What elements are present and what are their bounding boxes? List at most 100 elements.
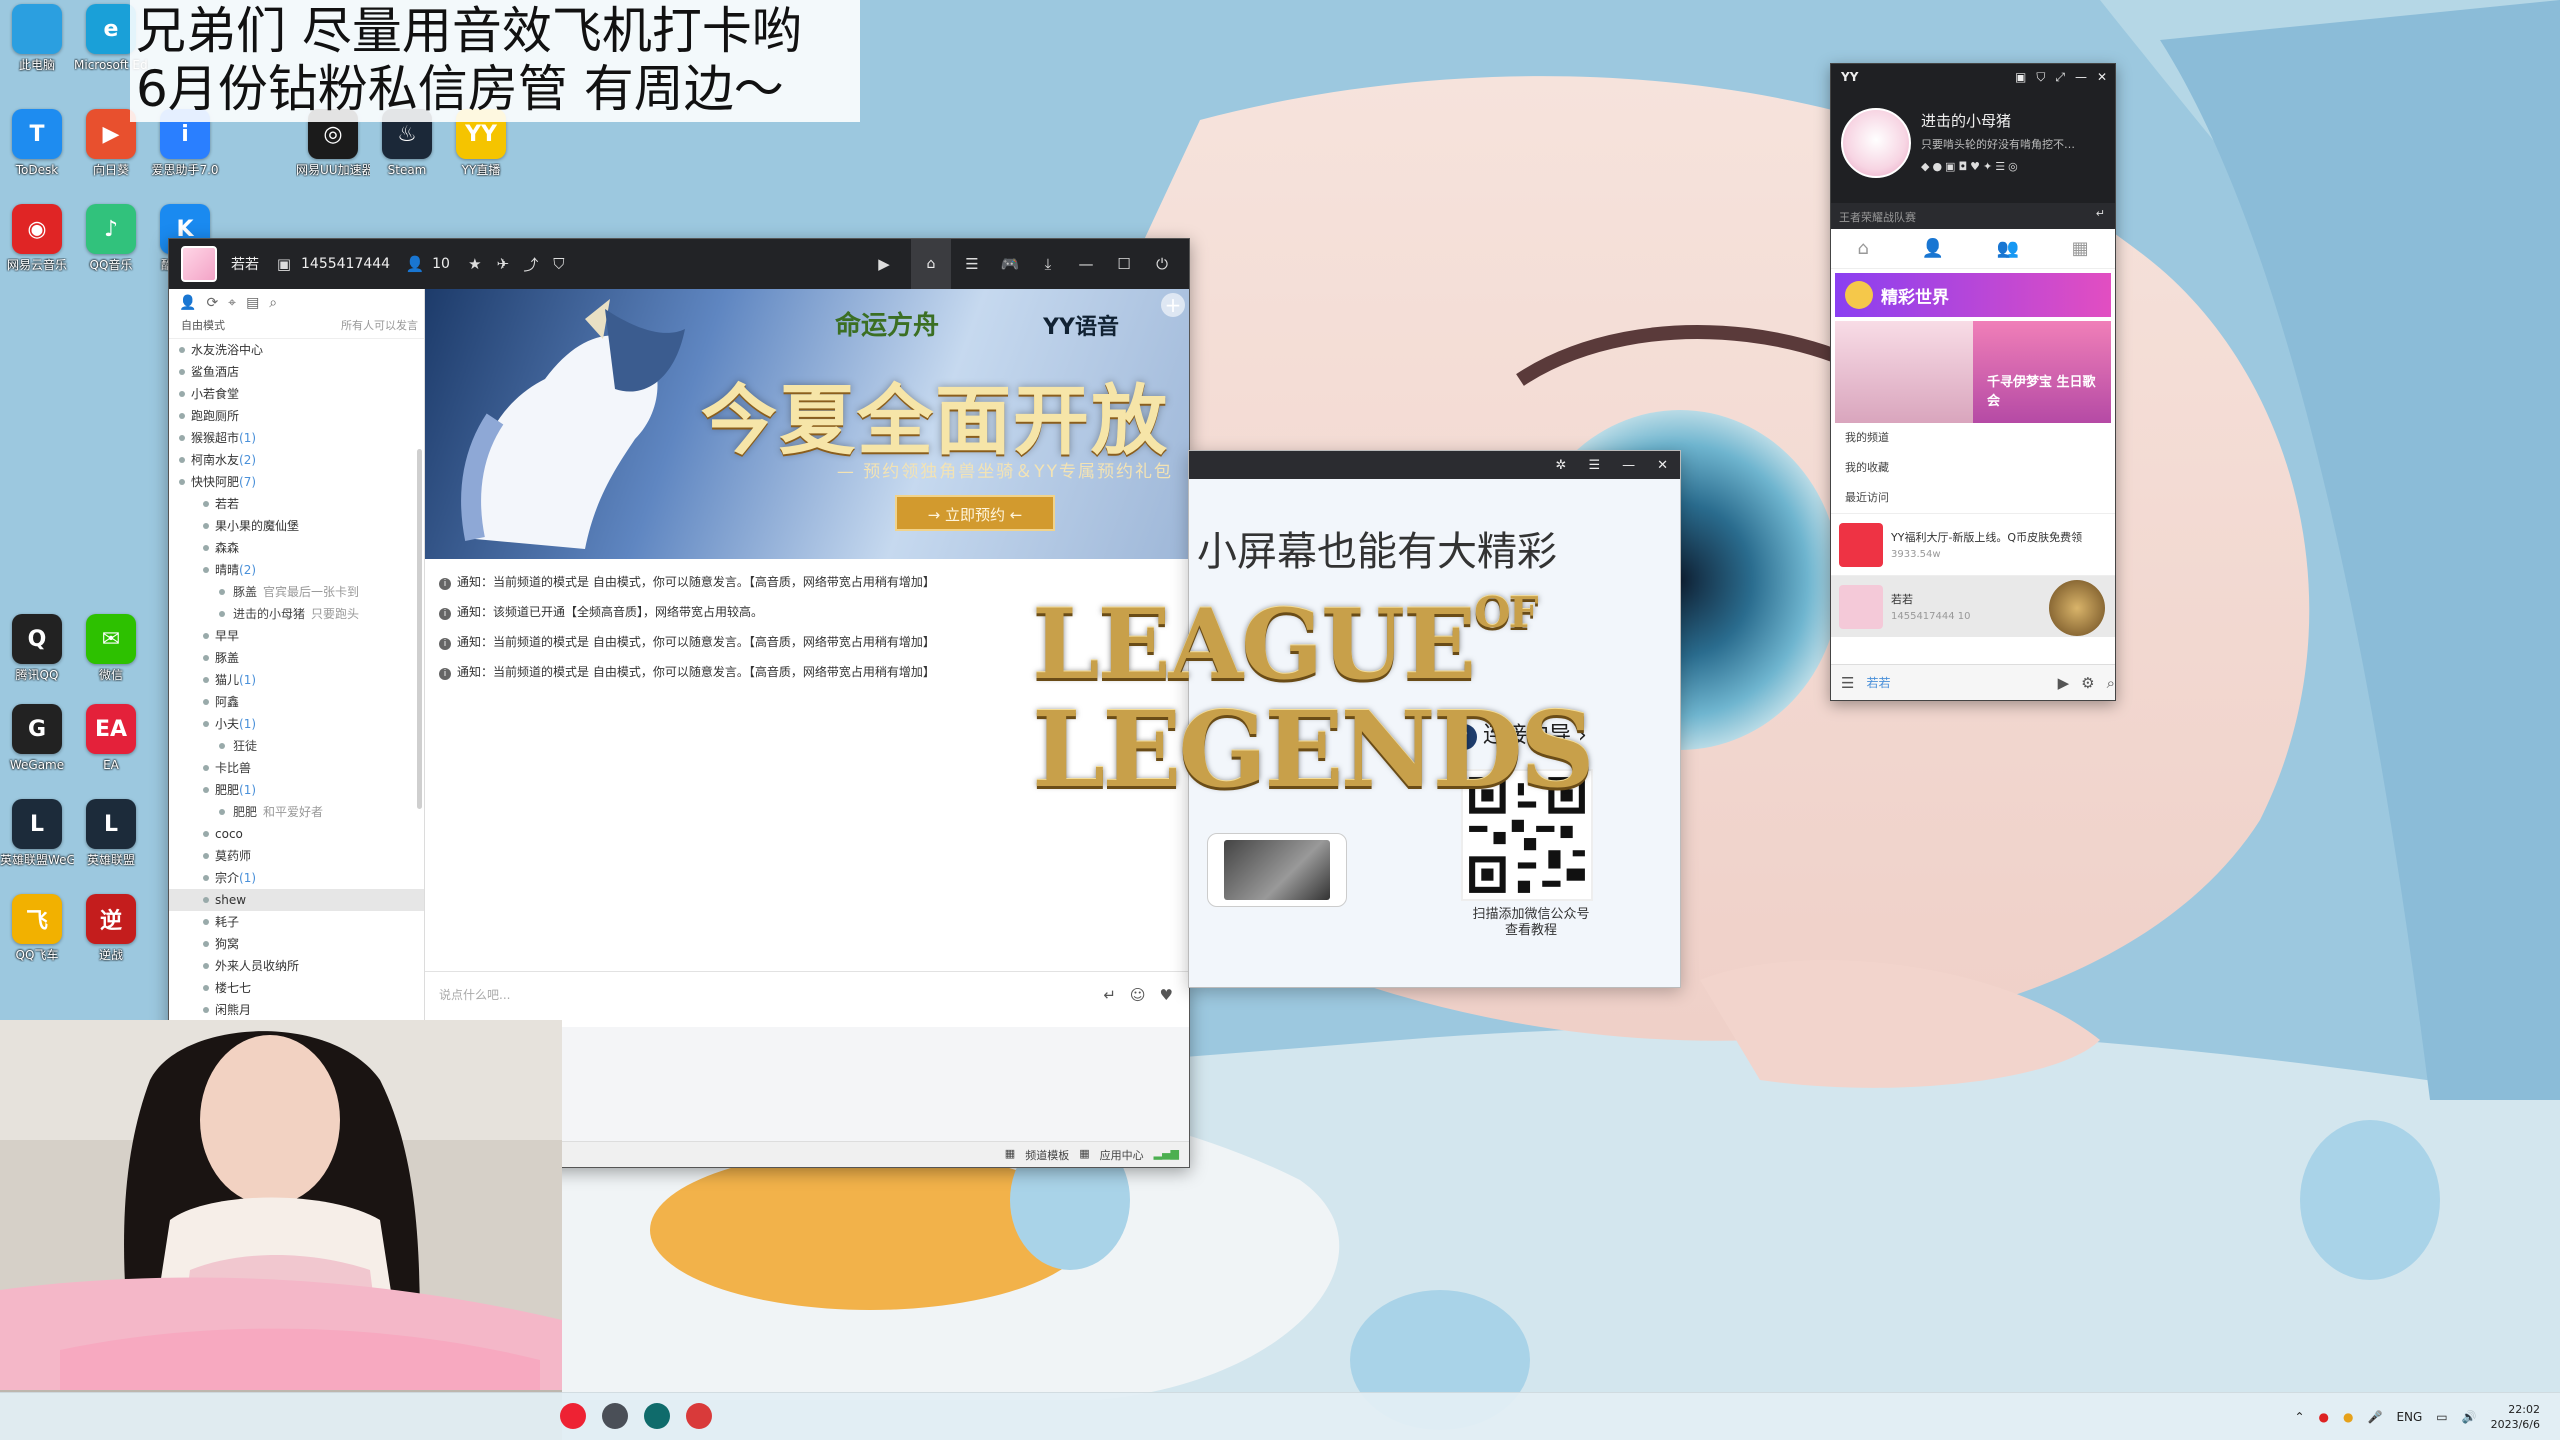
chat-input[interactable]: 说点什么吧... ↵ ☺ ♥ bbox=[425, 971, 1189, 1027]
channel-item[interactable]: 莫药师 bbox=[169, 845, 424, 867]
gift-icon[interactable]: ♥ bbox=[1160, 986, 1173, 1004]
maximize-icon[interactable]: ☐ bbox=[1113, 253, 1135, 275]
channel-item[interactable]: 柯南水友(2) bbox=[169, 449, 424, 471]
video-icon[interactable]: ▶ bbox=[2058, 674, 2070, 692]
mode-selector[interactable]: 自由模式 bbox=[181, 317, 225, 338]
desktop-shortcut[interactable]: Q 腾讯QQ bbox=[0, 614, 74, 682]
send-icon[interactable]: ↵ bbox=[1103, 986, 1116, 1004]
channel-item[interactable]: 水友洗浴中心 bbox=[169, 339, 424, 361]
sidebar-scrollbar[interactable] bbox=[417, 449, 422, 809]
tab-home-icon[interactable]: ⌂ bbox=[1857, 238, 1868, 259]
share-icon[interactable]: ⤴ bbox=[520, 253, 542, 275]
app-center-button[interactable]: 应用中心 bbox=[1100, 1147, 1144, 1163]
volume-icon[interactable]: 🔊 bbox=[2462, 1410, 2477, 1424]
taskbar-app-icon[interactable] bbox=[686, 1403, 712, 1429]
search-icon[interactable]: ⌕ bbox=[269, 295, 277, 311]
download-icon[interactable]: ⤓ bbox=[1037, 253, 1059, 275]
desktop-shortcut[interactable]: L 英雄联盟 bbox=[74, 799, 148, 867]
add-icon[interactable]: + bbox=[1161, 293, 1185, 317]
enter-icon[interactable]: ↵ bbox=[2096, 207, 2105, 220]
channel-item[interactable]: 狗窝 bbox=[169, 933, 424, 955]
channel-item[interactable]: coco bbox=[169, 823, 424, 845]
recent-item[interactable]: YY福利大厅-新版上线。Q币皮肤免费领 3933.54w bbox=[1831, 513, 2115, 575]
menu-icon[interactable]: ☰ bbox=[1588, 458, 1600, 473]
channel-member[interactable]: 肥肥 和平爱好者 bbox=[169, 801, 424, 823]
channel-template-button[interactable]: 频道模板 bbox=[1025, 1147, 1069, 1163]
settings-icon[interactable]: ⚙ bbox=[2081, 674, 2094, 692]
channel-item[interactable]: 猴猴超市(1) bbox=[169, 427, 424, 449]
chevron-up-icon[interactable]: ⌃ bbox=[2294, 1410, 2304, 1424]
channel-item[interactable]: 晴晴(2) bbox=[169, 559, 424, 581]
minimize-icon[interactable]: — bbox=[1075, 253, 1097, 275]
promo-banner[interactable]: 精彩世界 bbox=[1835, 273, 2111, 317]
profile-signature[interactable]: 只要啃头轮的好没有啃角挖不… bbox=[1921, 136, 2107, 152]
taskbar-app-icon[interactable] bbox=[602, 1403, 628, 1429]
channel-item[interactable]: 猫儿(1) bbox=[169, 669, 424, 691]
settings-icon[interactable]: ✲ bbox=[1556, 458, 1567, 473]
recent-item[interactable]: 若若 1455417444 10 bbox=[1831, 575, 2115, 637]
nav-my-channels[interactable]: 我的频道 bbox=[1845, 423, 2115, 453]
plane-icon[interactable]: ✈ bbox=[492, 253, 514, 275]
channel-item[interactable]: 楼七七 bbox=[169, 977, 424, 999]
minimize-icon[interactable]: — bbox=[2075, 70, 2087, 85]
desktop-shortcut[interactable]: ◉ 网易云音乐 bbox=[0, 204, 74, 272]
location-icon[interactable]: ⌖ bbox=[228, 295, 236, 311]
tab-group-icon[interactable]: 👥 bbox=[1997, 238, 2019, 259]
nav-recent[interactable]: 最近访问 bbox=[1845, 483, 2115, 513]
skin-icon[interactable]: ▣ bbox=[2015, 70, 2026, 85]
channel-item[interactable]: 果小果的魔仙堡 bbox=[169, 515, 424, 537]
channel-item[interactable]: 卡比兽 bbox=[169, 757, 424, 779]
channel-item[interactable]: 宗介(1) bbox=[169, 867, 424, 889]
doc-icon[interactable]: ▤ bbox=[246, 295, 259, 311]
channel-member[interactable]: 狂徒 bbox=[169, 735, 424, 757]
connect-titlebar[interactable]: ✲ ☰ — ✕ bbox=[1189, 451, 1680, 479]
desktop-shortcut[interactable]: ♪ QQ音乐 bbox=[74, 204, 148, 272]
channel-item[interactable]: 闲熊月 bbox=[169, 999, 424, 1021]
tray-app-icon[interactable]: ● bbox=[2319, 1410, 2329, 1424]
channel-item[interactable]: 森森 bbox=[169, 537, 424, 559]
desktop-shortcut[interactable]: T ToDesk bbox=[0, 109, 74, 177]
tray-app-icon[interactable]: ● bbox=[2343, 1410, 2353, 1424]
footer-channel-label[interactable]: 若若 bbox=[1866, 674, 1890, 691]
template-icon[interactable]: ▦ bbox=[1005, 1147, 1015, 1163]
refresh-icon[interactable]: ⟳ bbox=[206, 295, 218, 311]
desktop-shortcut[interactable]: ✉ 微信 bbox=[74, 614, 148, 682]
nav-my-favorites[interactable]: 我的收藏 bbox=[1845, 453, 2115, 483]
channel-item[interactable]: 肥肥(1) bbox=[169, 779, 424, 801]
team-bar[interactable]: 王者荣耀战队赛 ↵ bbox=[1831, 203, 2115, 229]
reserve-button[interactable]: → 立即预约 ← bbox=[895, 495, 1055, 531]
profile-avatar[interactable] bbox=[1841, 108, 1911, 178]
network-icon[interactable]: ▭ bbox=[2436, 1410, 2447, 1424]
desktop-shortcut[interactable]: G WeGame bbox=[0, 704, 74, 772]
channel-item[interactable]: 快快阿肥(7) bbox=[169, 471, 424, 493]
desktop-shortcut[interactable]: EA EA bbox=[74, 704, 148, 772]
favorite-star-icon[interactable]: ★ bbox=[464, 253, 486, 275]
taskbar-app-icon[interactable] bbox=[560, 1403, 586, 1429]
desktop-shortcut[interactable]: 此电脑 bbox=[0, 4, 74, 72]
shirt-icon[interactable]: ⛉ bbox=[2036, 70, 2045, 85]
home-button[interactable]: ⌂ bbox=[911, 239, 951, 289]
channel-item[interactable]: 阿鑫 bbox=[169, 691, 424, 713]
desktop-shortcut[interactable]: 逆逆战 bbox=[74, 894, 148, 962]
mic-icon[interactable]: 🎤 bbox=[2367, 1410, 2382, 1424]
channel-item[interactable]: 鲨鱼酒店 bbox=[169, 361, 424, 383]
channel-item[interactable]: 跑跑厕所 bbox=[169, 405, 424, 427]
desktop-shortcut[interactable]: 飞 QQ飞车 bbox=[0, 894, 74, 962]
close-icon[interactable]: ✕ bbox=[2097, 70, 2107, 85]
channel-item[interactable]: 小若食堂 bbox=[169, 383, 424, 405]
tab-friends-icon[interactable]: 👤 bbox=[1921, 238, 1943, 259]
minimize-icon[interactable]: — bbox=[1622, 458, 1635, 473]
tab-apps-icon[interactable]: ▦ bbox=[2072, 238, 2089, 259]
menu-icon[interactable]: ☰ bbox=[1841, 674, 1854, 692]
promo-photos[interactable]: 千寻伊梦宝 生日歌会 bbox=[1835, 321, 2111, 423]
yy-titlebar[interactable]: 若若 ▣ 1455417444 👤 10 ★ ✈ ⤴ ⛉ ▶ ⌂ ☰ 🎮 ⤓ —… bbox=[169, 239, 1189, 289]
news-icon[interactable]: ☰ bbox=[961, 253, 983, 275]
shield-icon[interactable]: ⛉ bbox=[548, 253, 570, 275]
close-icon[interactable]: ✕ bbox=[1657, 458, 1668, 473]
power-icon[interactable]: ⏻ bbox=[1151, 253, 1173, 275]
video-icon[interactable]: ▶ bbox=[873, 253, 895, 275]
clock[interactable]: 22:02 2023/6/6 bbox=[2491, 1402, 2540, 1432]
channel-item[interactable]: 豚盖 bbox=[169, 647, 424, 669]
expand-icon[interactable]: ⤢ bbox=[2055, 70, 2065, 85]
channel-item[interactable]: shew bbox=[169, 889, 424, 911]
